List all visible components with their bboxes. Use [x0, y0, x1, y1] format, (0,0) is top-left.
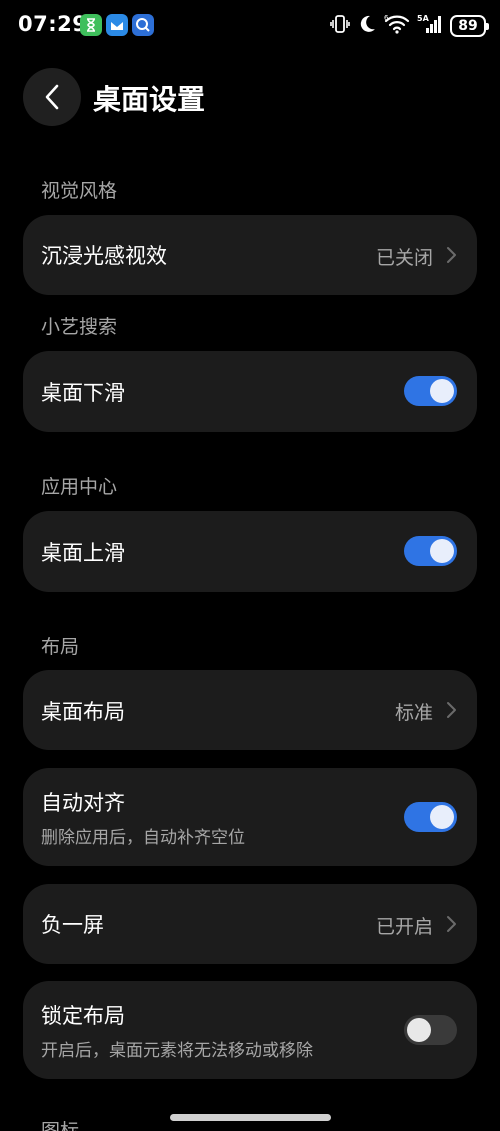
- toggle-knob: [407, 1018, 431, 1042]
- header: 桌面设置: [0, 66, 500, 128]
- minus-one-screen-item[interactable]: 负一屏 已开启: [23, 884, 477, 964]
- immersive-effect-value: 已关闭: [375, 247, 433, 269]
- wifi-icon: 6: [384, 13, 410, 39]
- auto-align-toggle[interactable]: [404, 802, 457, 832]
- auto-align-title: 自动对齐: [41, 791, 125, 815]
- desktop-swipe-up-item: 桌面上滑: [23, 511, 477, 592]
- minus-one-screen-value: 已开启: [375, 916, 433, 938]
- desktop-layout-value: 标准: [394, 702, 433, 724]
- chevron-right-icon: [447, 247, 456, 263]
- minus-one-screen-title: 负一屏: [41, 913, 104, 937]
- lock-layout-subtitle: 开启后，桌面元素将无法移动或移除: [41, 1041, 313, 1061]
- chevron-left-icon: [45, 84, 59, 110]
- home-indicator[interactable]: [170, 1114, 331, 1121]
- search-app-icon: [132, 14, 154, 36]
- svg-text:5A: 5A: [417, 14, 430, 23]
- desktop-swipe-down-title: 桌面下滑: [41, 381, 125, 405]
- signal-icon: 5A: [417, 13, 443, 39]
- vibrate-icon: [330, 13, 350, 39]
- desktop-layout-title: 桌面布局: [41, 700, 125, 724]
- section-label-layout: 布局: [41, 636, 80, 658]
- chevron-right-icon: [447, 702, 456, 718]
- status-time: 07:29: [18, 12, 88, 36]
- desktop-swipe-down-item: 桌面下滑: [23, 351, 477, 432]
- battery-icon: 89: [450, 15, 489, 37]
- auto-align-item: 自动对齐 删除应用后，自动补齐空位: [23, 768, 477, 866]
- hourglass-app-icon: [80, 14, 102, 36]
- status-bar: 07:29 6 5A 89: [0, 0, 500, 52]
- mail-app-icon: [106, 14, 128, 36]
- lock-layout-item: 锁定布局 开启后，桌面元素将无法移动或移除: [23, 981, 477, 1079]
- section-label-app-center: 应用中心: [41, 476, 118, 498]
- desktop-swipe-up-toggle[interactable]: [404, 536, 457, 566]
- auto-align-subtitle: 删除应用后，自动补齐空位: [41, 828, 245, 848]
- toggle-knob: [430, 539, 454, 563]
- svg-text:6: 6: [384, 14, 389, 22]
- section-label-icons: 图标: [41, 1120, 80, 1131]
- desktop-swipe-down-toggle[interactable]: [404, 376, 457, 406]
- section-label-xiaoyi-search: 小艺搜索: [41, 316, 118, 338]
- toggle-knob: [430, 379, 454, 403]
- immersive-effect-title: 沉浸光感视效: [41, 244, 167, 268]
- lock-layout-title: 锁定布局: [41, 1004, 125, 1028]
- desktop-swipe-up-title: 桌面上滑: [41, 541, 125, 565]
- page-title: 桌面设置: [93, 83, 206, 116]
- toggle-knob: [430, 805, 454, 829]
- moon-icon: [357, 13, 377, 39]
- desktop-layout-item[interactable]: 桌面布局 标准: [23, 670, 477, 750]
- back-button[interactable]: [23, 68, 81, 126]
- immersive-effect-item[interactable]: 沉浸光感视效 已关闭: [23, 215, 477, 295]
- lock-layout-toggle[interactable]: [404, 1015, 457, 1045]
- chevron-right-icon: [447, 916, 456, 932]
- section-label-visual-style: 视觉风格: [41, 180, 118, 202]
